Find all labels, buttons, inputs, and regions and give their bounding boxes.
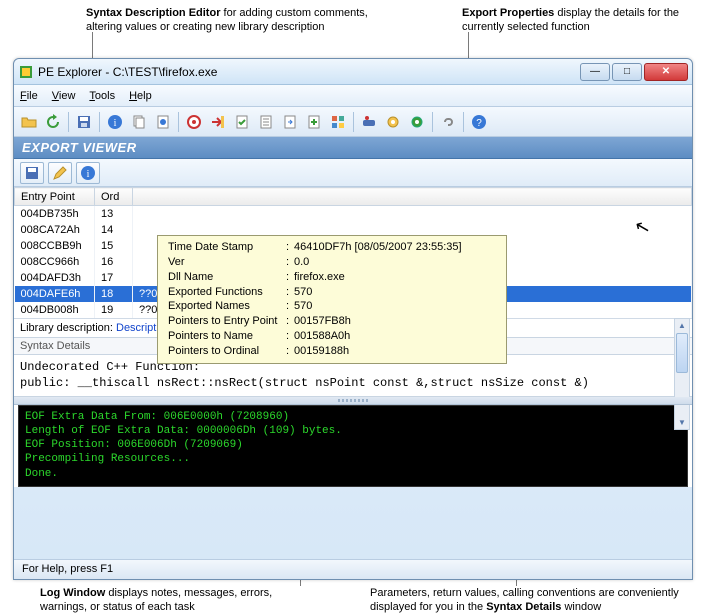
doc-list[interactable] [255, 111, 277, 133]
scroll-thumb[interactable] [676, 333, 688, 373]
col-ordinal[interactable]: Ord [95, 188, 133, 206]
floppy-save[interactable] [73, 111, 95, 133]
gear-yellow[interactable] [382, 111, 404, 133]
svg-text:?: ? [476, 118, 482, 129]
menu-file[interactable]: File [20, 90, 38, 102]
export-properties-tooltip: Time Date Stamp:46410DF7h [08/05/2007 23… [157, 235, 507, 364]
scroll-down-icon[interactable]: ▼ [675, 416, 689, 429]
vertical-scrollbar[interactable]: ▲ ▼ [674, 318, 690, 430]
menubar: File View Tools Help [14, 85, 692, 107]
log-line: Done. [25, 467, 681, 481]
close-button[interactable]: ✕ [644, 63, 688, 81]
info-blue[interactable]: i [104, 111, 126, 133]
info-sub[interactable]: i [76, 162, 100, 184]
syntax-line: public: __thiscall nsRect::nsRect(struct… [20, 375, 686, 391]
status-text: For Help, press F1 [22, 563, 113, 575]
help-icon[interactable]: ? [468, 111, 490, 133]
scroll-up-icon[interactable]: ▲ [675, 319, 689, 332]
doc-info[interactable] [152, 111, 174, 133]
app-icon [18, 64, 34, 80]
doc-check[interactable] [231, 111, 253, 133]
splitter[interactable] [14, 397, 692, 405]
target-red[interactable] [183, 111, 205, 133]
window-title: PE Explorer - C:\TEST\firefox.exe [38, 65, 580, 79]
doc-stack[interactable] [128, 111, 150, 133]
annotation-top-left: Syntax Description Editor for adding cus… [86, 6, 386, 35]
lib-desc-label: Library description: [20, 322, 113, 334]
viewer-header: EXPORT VIEWER [14, 137, 692, 159]
app-window: PE Explorer - C:\TEST\firefox.exe — □ ✕ … [13, 58, 693, 580]
grid-color[interactable] [327, 111, 349, 133]
titlebar[interactable]: PE Explorer - C:\TEST\firefox.exe — □ ✕ [14, 59, 692, 85]
svg-text:i: i [87, 169, 90, 180]
main-toolbar: i? [14, 107, 692, 137]
annotation-bottom-left: Log Window displays notes, messages, err… [40, 586, 320, 615]
menu-tools[interactable]: Tools [89, 90, 115, 102]
folder-open[interactable] [18, 111, 40, 133]
sub-toolbar: i [14, 159, 692, 187]
annotation-top-right: Export Properties display the details fo… [462, 6, 692, 35]
log-line: Length of EOF Extra Data: 0000006Dh (109… [25, 424, 681, 438]
col-entry-point[interactable]: Entry Point [15, 188, 95, 206]
doc-plus[interactable] [303, 111, 325, 133]
statusbar: For Help, press F1 [14, 559, 692, 579]
log-window: EOF Extra Data From: 006E0000h (7208960)… [18, 405, 688, 487]
tools-blue[interactable] [358, 111, 380, 133]
log-line: EOF Extra Data From: 006E0000h (7208960) [25, 410, 681, 424]
table-row[interactable]: 004DB735h13 [15, 206, 692, 222]
log-line: EOF Position: 006E006Dh (7209069) [25, 438, 681, 452]
col-symbol[interactable] [133, 188, 692, 206]
arrow-import[interactable] [207, 111, 229, 133]
doc-arrow[interactable] [279, 111, 301, 133]
menu-view[interactable]: View [52, 90, 76, 102]
floppy-sub[interactable] [20, 162, 44, 184]
gear-green[interactable] [406, 111, 428, 133]
log-line: Precompiling Resources... [25, 452, 681, 466]
annotation-bottom-right: Parameters, return values, calling conve… [370, 586, 700, 615]
link-chain[interactable] [437, 111, 459, 133]
menu-help[interactable]: Help [129, 90, 152, 102]
refresh[interactable] [42, 111, 64, 133]
svg-text:i: i [114, 118, 117, 129]
edit-pencil[interactable] [48, 162, 72, 184]
minimize-button[interactable]: — [580, 63, 610, 81]
maximize-button[interactable]: □ [612, 63, 642, 81]
